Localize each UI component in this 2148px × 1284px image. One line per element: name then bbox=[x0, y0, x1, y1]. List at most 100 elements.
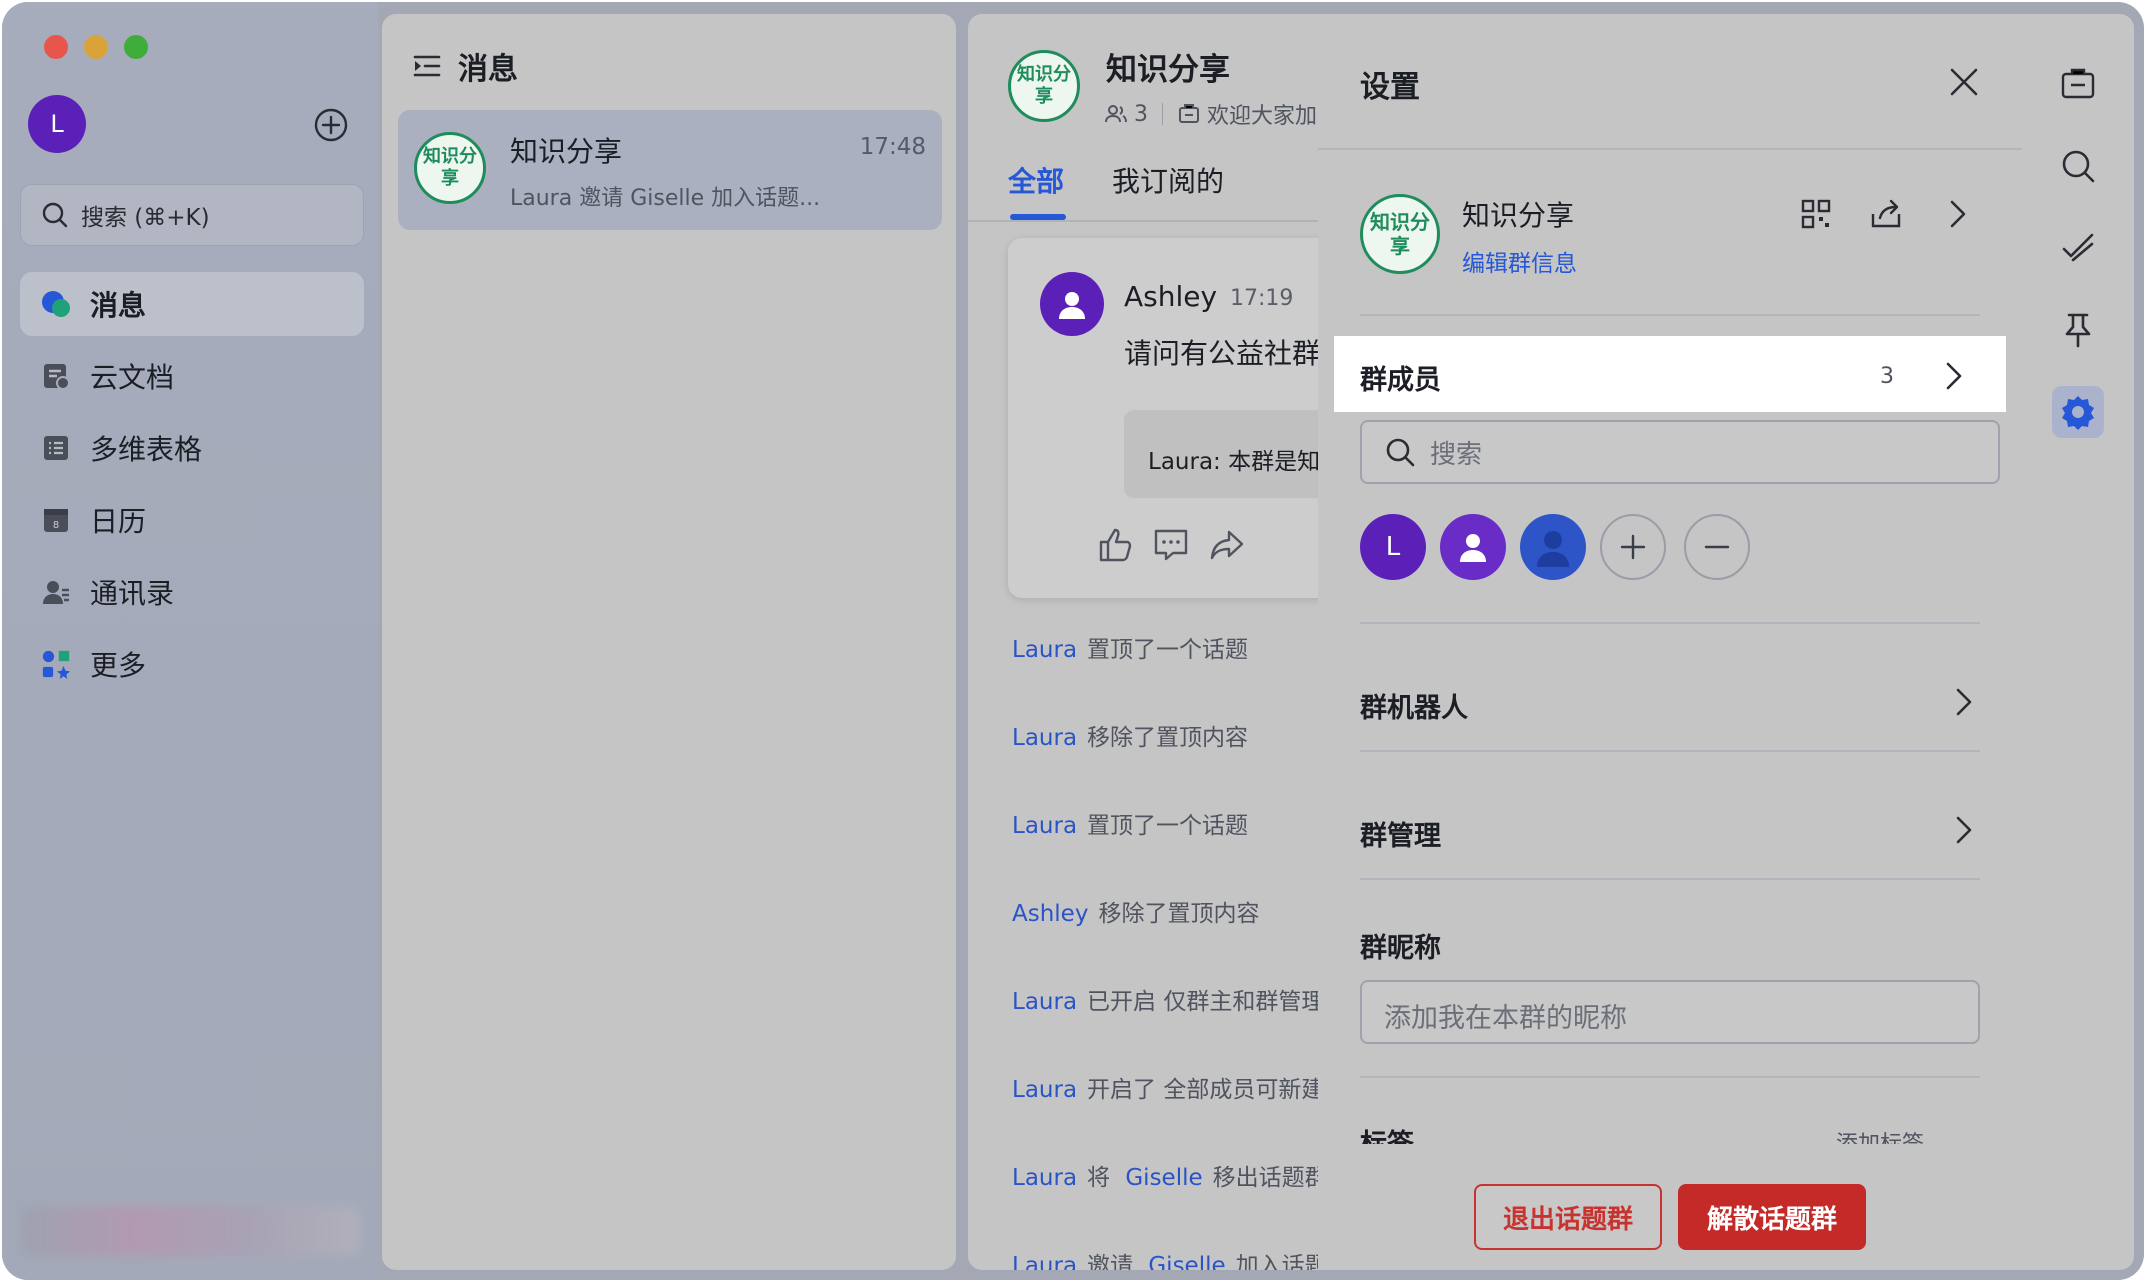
pin-icon[interactable] bbox=[2056, 308, 2100, 352]
event-user[interactable]: Laura bbox=[1012, 1253, 1077, 1270]
member-avatar[interactable] bbox=[1520, 514, 1586, 580]
event-user[interactable]: Laura bbox=[1012, 725, 1077, 751]
chevron-right-icon[interactable] bbox=[1946, 812, 1982, 848]
member-search-input[interactable]: 搜索 bbox=[1360, 420, 2000, 484]
sidebar-item-contacts[interactable]: 通讯录 bbox=[20, 560, 364, 624]
post-author[interactable]: Ashley bbox=[1124, 280, 1217, 313]
chat-list-item[interactable]: 知识分享 知识分享 17:48 Laura 邀请 Giselle 加入话题... bbox=[398, 110, 942, 230]
thumbs-up-icon[interactable] bbox=[1096, 526, 1134, 564]
close-window-button[interactable] bbox=[44, 35, 68, 59]
event-user[interactable]: Laura bbox=[1012, 637, 1077, 663]
cloud-doc-icon bbox=[40, 360, 72, 392]
sidebar-item-label: 日历 bbox=[90, 505, 147, 538]
chevron-right-icon[interactable] bbox=[1940, 196, 1976, 232]
event-text: 已开启 仅群主和群管理 bbox=[1087, 989, 1325, 1015]
sidebar-item-label: 消息 bbox=[90, 289, 147, 322]
group-members-row[interactable]: 群成员 3 bbox=[1334, 336, 2006, 412]
group-nickname-label: 群昵称 bbox=[1360, 933, 1441, 964]
sidebar-item-calendar[interactable]: 8 日历 bbox=[20, 488, 364, 552]
event-user[interactable]: Laura bbox=[1012, 989, 1077, 1015]
group-avatar[interactable]: 知识分享 bbox=[1008, 50, 1080, 122]
divider bbox=[1360, 750, 1980, 752]
event-text: 移出话题群 bbox=[1212, 1165, 1328, 1191]
maximize-window-button[interactable] bbox=[124, 35, 148, 59]
member-avatar[interactable]: L bbox=[1360, 514, 1426, 580]
edit-group-info-link[interactable]: 编辑群信息 bbox=[1462, 244, 1577, 278]
chevron-right-icon[interactable] bbox=[1946, 684, 1982, 720]
group-avatar: 知识分享 bbox=[414, 132, 486, 204]
event-user[interactable]: Laura bbox=[1012, 1077, 1077, 1103]
event-text: 邀请 bbox=[1087, 1253, 1134, 1270]
event-user[interactable]: Ashley bbox=[1012, 901, 1088, 927]
search-icon bbox=[41, 201, 81, 229]
members-label: 群成员 bbox=[1360, 365, 1441, 396]
global-search-input[interactable]: 搜索 (⌘+K) bbox=[20, 184, 364, 246]
sidebar-item-messages[interactable]: 消息 bbox=[20, 272, 364, 336]
group-manage-label[interactable]: 群管理 bbox=[1360, 814, 1441, 853]
event-text: 移除了置顶内容 bbox=[1087, 725, 1249, 751]
event-user[interactable]: Laura bbox=[1012, 1165, 1077, 1191]
table-icon bbox=[40, 432, 72, 464]
share-icon[interactable] bbox=[1868, 196, 1904, 232]
system-event: Laura 开启了 全部成员可新建 bbox=[1012, 1070, 1324, 1104]
sidebar-item-label: 更多 bbox=[90, 649, 147, 682]
event-user[interactable]: Laura bbox=[1012, 813, 1077, 839]
post-text: 请问有公益社群 bbox=[1124, 337, 1321, 370]
add-tag-link[interactable]: 添加标签 bbox=[1836, 1126, 1924, 1144]
exit-group-button[interactable]: 退出话题群 bbox=[1474, 1184, 1662, 1250]
group-description: 欢迎大家加 bbox=[1207, 104, 1318, 129]
quoted-reply[interactable]: Laura: 本群是知 bbox=[1124, 410, 1348, 498]
event-text: 置顶了一个话题 bbox=[1087, 813, 1249, 839]
group-avatar[interactable]: 知识分享 bbox=[1360, 194, 1440, 274]
mark-done-icon[interactable] bbox=[2056, 226, 2100, 270]
comment-icon[interactable] bbox=[1152, 526, 1190, 564]
group-nickname-input[interactable]: 添加我在本群的昵称 bbox=[1360, 980, 1980, 1044]
search-placeholder: 搜索 (⌘+K) bbox=[81, 205, 210, 231]
sidebar-item-cloud-docs[interactable]: 云文档 bbox=[20, 344, 364, 408]
gear-icon[interactable] bbox=[2052, 386, 2104, 438]
event-target-user[interactable]: Giselle bbox=[1125, 1165, 1202, 1191]
share-icon[interactable] bbox=[1208, 526, 1246, 564]
remove-member-button[interactable] bbox=[1684, 514, 1750, 580]
search-icon[interactable] bbox=[2056, 144, 2100, 188]
members-count: 3 bbox=[1880, 364, 1894, 389]
post-time: 17:19 bbox=[1230, 286, 1294, 311]
sidebar: L 搜索 (⌘+K) 消息 云文档 多维表格 8 日历 通讯录 更多 bbox=[2, 2, 378, 1280]
divider bbox=[1318, 148, 2022, 150]
add-member-button[interactable] bbox=[1600, 514, 1666, 580]
member-avatar[interactable] bbox=[1440, 514, 1506, 580]
close-icon[interactable] bbox=[1946, 64, 1982, 100]
chat-bubbles-icon bbox=[40, 288, 72, 320]
user-avatar[interactable]: L bbox=[28, 95, 86, 153]
system-event: Laura 置顶了一个话题 bbox=[1012, 630, 1248, 664]
collapse-list-icon[interactable] bbox=[412, 51, 458, 81]
member-count[interactable]: 3 bbox=[1134, 102, 1148, 127]
group-name: 知识分享 bbox=[1462, 199, 1575, 232]
contacts-icon bbox=[40, 576, 72, 608]
sidebar-item-bitable[interactable]: 多维表格 bbox=[20, 416, 364, 480]
chat-name: 知识分享 bbox=[510, 135, 623, 168]
sidebar-item-more[interactable]: 更多 bbox=[20, 632, 364, 696]
settings-panel: 设置 知识分享 知识分享 编辑群信息 群成员 3 搜索 L 群机器人 群管理 群… bbox=[1318, 14, 2024, 1270]
divider bbox=[1360, 622, 1980, 624]
tab-subscribed[interactable]: 我订阅的 bbox=[1112, 160, 1224, 200]
avatar[interactable] bbox=[1040, 272, 1104, 336]
dissolve-group-button[interactable]: 解散话题群 bbox=[1678, 1184, 1866, 1250]
topic-card[interactable]: Ashley 17:19 请问有公益社群 Laura: 本群是知 bbox=[1008, 238, 1348, 598]
message-list-panel: 消息 知识分享 知识分享 17:48 Laura 邀请 Giselle 加入话题… bbox=[382, 14, 956, 1270]
announcement-icon[interactable] bbox=[2056, 62, 2100, 106]
calendar-icon: 8 bbox=[40, 504, 72, 536]
qr-code-icon[interactable] bbox=[1798, 196, 1834, 232]
message-list-header: 消息 bbox=[412, 44, 518, 88]
search-icon bbox=[1384, 436, 1430, 468]
tab-all[interactable]: 全部 bbox=[1008, 160, 1064, 200]
minimize-window-button[interactable] bbox=[84, 35, 108, 59]
tags-label: 标签 bbox=[1360, 1122, 1414, 1144]
add-circle-icon[interactable] bbox=[314, 108, 348, 142]
search-placeholder: 搜索 bbox=[1430, 439, 1483, 470]
divider bbox=[1360, 1076, 1980, 1078]
event-target-user[interactable]: Giselle bbox=[1148, 1253, 1225, 1270]
svg-text:8: 8 bbox=[53, 520, 59, 531]
right-toolbar bbox=[2024, 14, 2134, 1270]
group-bots-label[interactable]: 群机器人 bbox=[1360, 686, 1468, 725]
